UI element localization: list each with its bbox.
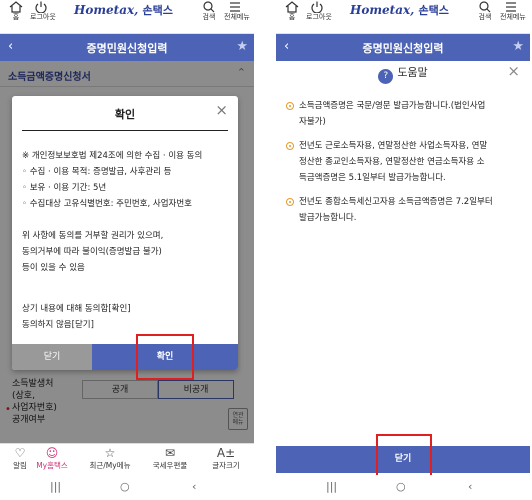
help-item: 소득금액증명은 국문/영문 발급가능합니다.(법인사업 자불가) <box>286 98 522 130</box>
home-circle-icon[interactable]: ○ <box>396 480 406 493</box>
bullet-icon <box>286 142 294 150</box>
confirm-highlight-box <box>136 334 194 380</box>
system-nav-bar: ||| ○ ‹ <box>0 475 254 500</box>
consent-identifiers: ◦ 수집대상 고유식별번호: 주민번호, 사업자번호 <box>22 199 192 209</box>
title-bar: ‹ 증명민원신청입력 ★ <box>0 34 254 61</box>
power-icon <box>311 1 323 13</box>
close-highlight-box <box>376 434 432 479</box>
home-circle-icon[interactable]: ○ <box>120 480 130 493</box>
refusal-notice-3: 등이 있을 수 있음 <box>22 263 85 273</box>
consent-dialog: 확인 × ※ 개인정보보호법 제24조에 의한 수집 · 이용 동의 ◦ 수집 … <box>12 96 238 370</box>
hometax-logo[interactable]: Hometax, 손택스 <box>350 2 449 18</box>
dialog-divider <box>22 130 228 131</box>
refusal-notice-2: 동의거부에 따라 불이익(증명발급 불가) <box>22 247 162 257</box>
search-label: 검색 <box>202 13 216 21</box>
help-question-icon: ? <box>378 69 394 84</box>
consent-heading: ※ 개인정보보호법 제24조에 의한 수집 · 이용 동의 <box>22 151 203 161</box>
search-button[interactable]: 검색 <box>474 1 496 22</box>
dialog-buttons: 닫기 확인 <box>12 344 238 370</box>
back-chevron-icon[interactable]: ‹ <box>468 480 472 493</box>
home-label: 홈 <box>12 13 20 21</box>
recents-icon[interactable]: ||| <box>326 480 337 493</box>
hamburger-icon <box>506 2 516 12</box>
hamburger-icon <box>230 2 240 12</box>
refusal-notice-1: 위 사항에 동의를 거부할 권리가 있으며, <box>22 231 164 241</box>
page-title: 증명민원신청입력 <box>362 42 444 55</box>
home-label: 홈 <box>288 13 296 21</box>
bullet-icon <box>286 102 294 110</box>
star-outline-icon: ☆ <box>104 446 116 460</box>
envelope-icon: ✉ <box>164 446 176 460</box>
full-menu-label: 전체메뉴 <box>224 13 250 21</box>
power-icon <box>35 1 47 13</box>
logout-label: 로그아웃 <box>306 13 332 21</box>
top-app-bar: 홈 로그아웃 Hometax, 손택스 검색 전체메뉴 <box>276 0 530 34</box>
page-title: 증명민원신청입력 <box>86 42 168 55</box>
bullet-icon <box>286 198 294 206</box>
home-button[interactable]: 홈 <box>281 1 303 22</box>
left-screen: 홈 로그아웃 Hometax, 손택스 검색 전체메뉴 ‹ 증명민원신청입력 ★… <box>0 0 254 500</box>
help-item: 전년도 근로소득자용, 연말정산한 사업소득자용, 연말 정산한 종교인소득자용… <box>286 138 522 186</box>
help-item: 전년도 종합소득세신고자용 소득금액증명은 7.2일부터 발급가능합니다. <box>286 194 522 226</box>
consent-purpose: ◦ 수집 · 이용 목적: 증명발급, 사후관리 등 <box>22 167 172 177</box>
person-icon: ☺ <box>45 446 59 460</box>
logout-button[interactable]: 로그아웃 <box>306 1 332 22</box>
home-icon <box>9 1 23 13</box>
close-icon[interactable]: × <box>507 62 520 80</box>
full-menu-label: 전체메뉴 <box>500 13 526 21</box>
full-menu-button[interactable]: 전체메뉴 <box>500 1 526 22</box>
logout-label: 로그아웃 <box>30 13 56 21</box>
top-app-bar: 홈 로그아웃 Hometax, 손택스 검색 전체메뉴 <box>0 0 254 34</box>
full-menu-button[interactable]: 전체메뉴 <box>224 1 250 22</box>
title-bar: ‹ 증명민원신청입력 ★ <box>276 34 530 61</box>
system-nav-bar: ||| ○ ‹ <box>276 475 530 500</box>
tab-recent-my-menu[interactable]: ☆ 최근/My메뉴 <box>89 446 130 471</box>
agree-instruction: 상기 내용에 대해 동의함[확인] <box>22 304 131 314</box>
close-icon[interactable]: × <box>215 101 228 119</box>
search-label: 검색 <box>478 13 492 21</box>
search-icon <box>203 1 215 13</box>
font-size-icon: A± <box>216 446 236 460</box>
search-icon <box>479 1 491 13</box>
home-button[interactable]: 홈 <box>5 1 27 22</box>
disagree-instruction: 동의하지 않음[닫기] <box>22 320 94 330</box>
back-chevron-icon[interactable]: ‹ <box>192 480 196 493</box>
consent-period: ◦ 보유 · 이용 기간: 5년 <box>22 183 107 193</box>
help-list: 소득금액증명은 국문/영문 발급가능합니다.(법인사업 자불가) 전년도 근로소… <box>286 98 522 234</box>
bottom-tab-bar: ♡ 알림 ☺ My홈택스 ☆ 최근/My메뉴 ✉ 국세우편물 A± 글자크기 <box>0 443 254 475</box>
dialog-title: 확인 <box>114 108 136 121</box>
dialog-body: ※ 개인정보보호법 제24조에 의한 수집 · 이용 동의 ◦ 수집 · 이용 … <box>22 148 232 333</box>
recents-icon[interactable]: ||| <box>50 480 61 493</box>
help-title: ? 도움말 <box>276 64 530 84</box>
search-button[interactable]: 검색 <box>198 1 220 22</box>
star-icon[interactable]: ★ <box>236 39 248 54</box>
right-screen: 홈 로그아웃 Hometax, 손택스 검색 전체메뉴 ‹ 증명민원신청입력 ★… <box>276 0 530 500</box>
hometax-logo[interactable]: Hometax, 손택스 <box>74 2 173 18</box>
home-icon <box>285 1 299 13</box>
tab-my-hometax[interactable]: ☺ My홈택스 <box>32 446 72 471</box>
star-icon[interactable]: ★ <box>512 39 524 54</box>
logout-button[interactable]: 로그아웃 <box>30 1 56 22</box>
tab-font-size[interactable]: A± 글자크기 <box>206 446 246 471</box>
tab-tax-mail[interactable]: ✉ 국세우편물 <box>150 446 190 471</box>
cancel-button[interactable]: 닫기 <box>12 344 92 370</box>
